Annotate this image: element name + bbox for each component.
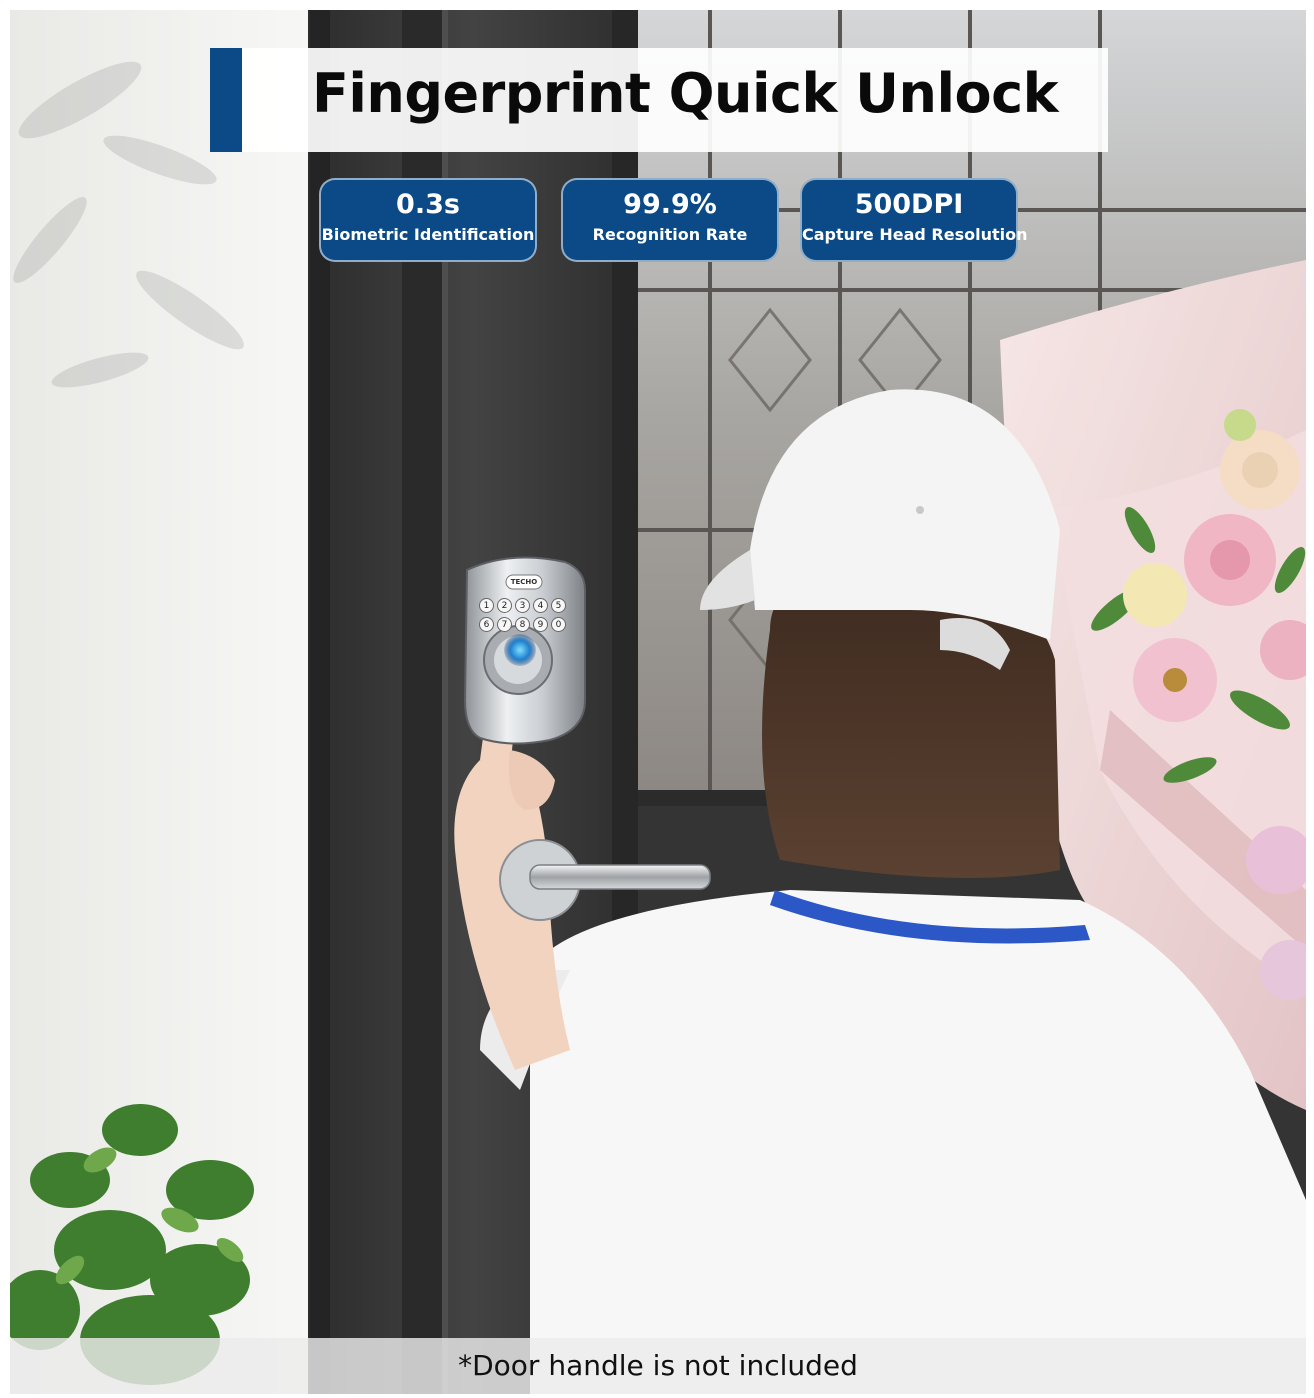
- page-title: Fingerprint Quick Unlock: [312, 62, 1059, 125]
- badge-value: 500DPI: [854, 189, 964, 220]
- title-banner: Fingerprint Quick Unlock: [210, 48, 1108, 152]
- spec-badge-resolution: 500DPI Capture Head Resolution: [800, 178, 1028, 262]
- keypad-key: 3: [515, 598, 530, 613]
- spec-badge-speed: 0.3s Biometric Identification: [319, 178, 537, 262]
- keypad-key: 7: [497, 617, 512, 632]
- footer-note: *Door handle is not included: [458, 1349, 858, 1382]
- keypad-key: 5: [551, 598, 566, 613]
- badge-label: Recognition Rate: [592, 225, 748, 244]
- spec-badge-recognition: 99.9% Recognition Rate: [561, 178, 779, 262]
- lock-brand-logo: TECHO: [510, 578, 538, 586]
- keypad-row-1: 12345: [479, 598, 566, 613]
- keypad-key: 6: [479, 617, 494, 632]
- badge-label: Biometric Identification: [321, 225, 535, 244]
- keypad-key: 1: [479, 598, 494, 613]
- keypad-key: 8: [515, 617, 530, 632]
- keypad-row-2: 67890: [479, 617, 566, 632]
- smart-lock: TECHO 12345 67890: [465, 550, 587, 750]
- keypad-key: 2: [497, 598, 512, 613]
- title-accent-bar: [210, 48, 242, 152]
- badge-value: 99.9%: [623, 189, 717, 220]
- badge-label: Capture Head Resolution: [802, 225, 1028, 244]
- product-image-frame: TECHO 12345 67890 Fingerprint Quick Unlo…: [10, 10, 1306, 1394]
- keypad-key: 0: [551, 617, 566, 632]
- keypad-key: 4: [533, 598, 548, 613]
- keypad-key: 9: [533, 617, 548, 632]
- badge-value: 0.3s: [396, 189, 460, 220]
